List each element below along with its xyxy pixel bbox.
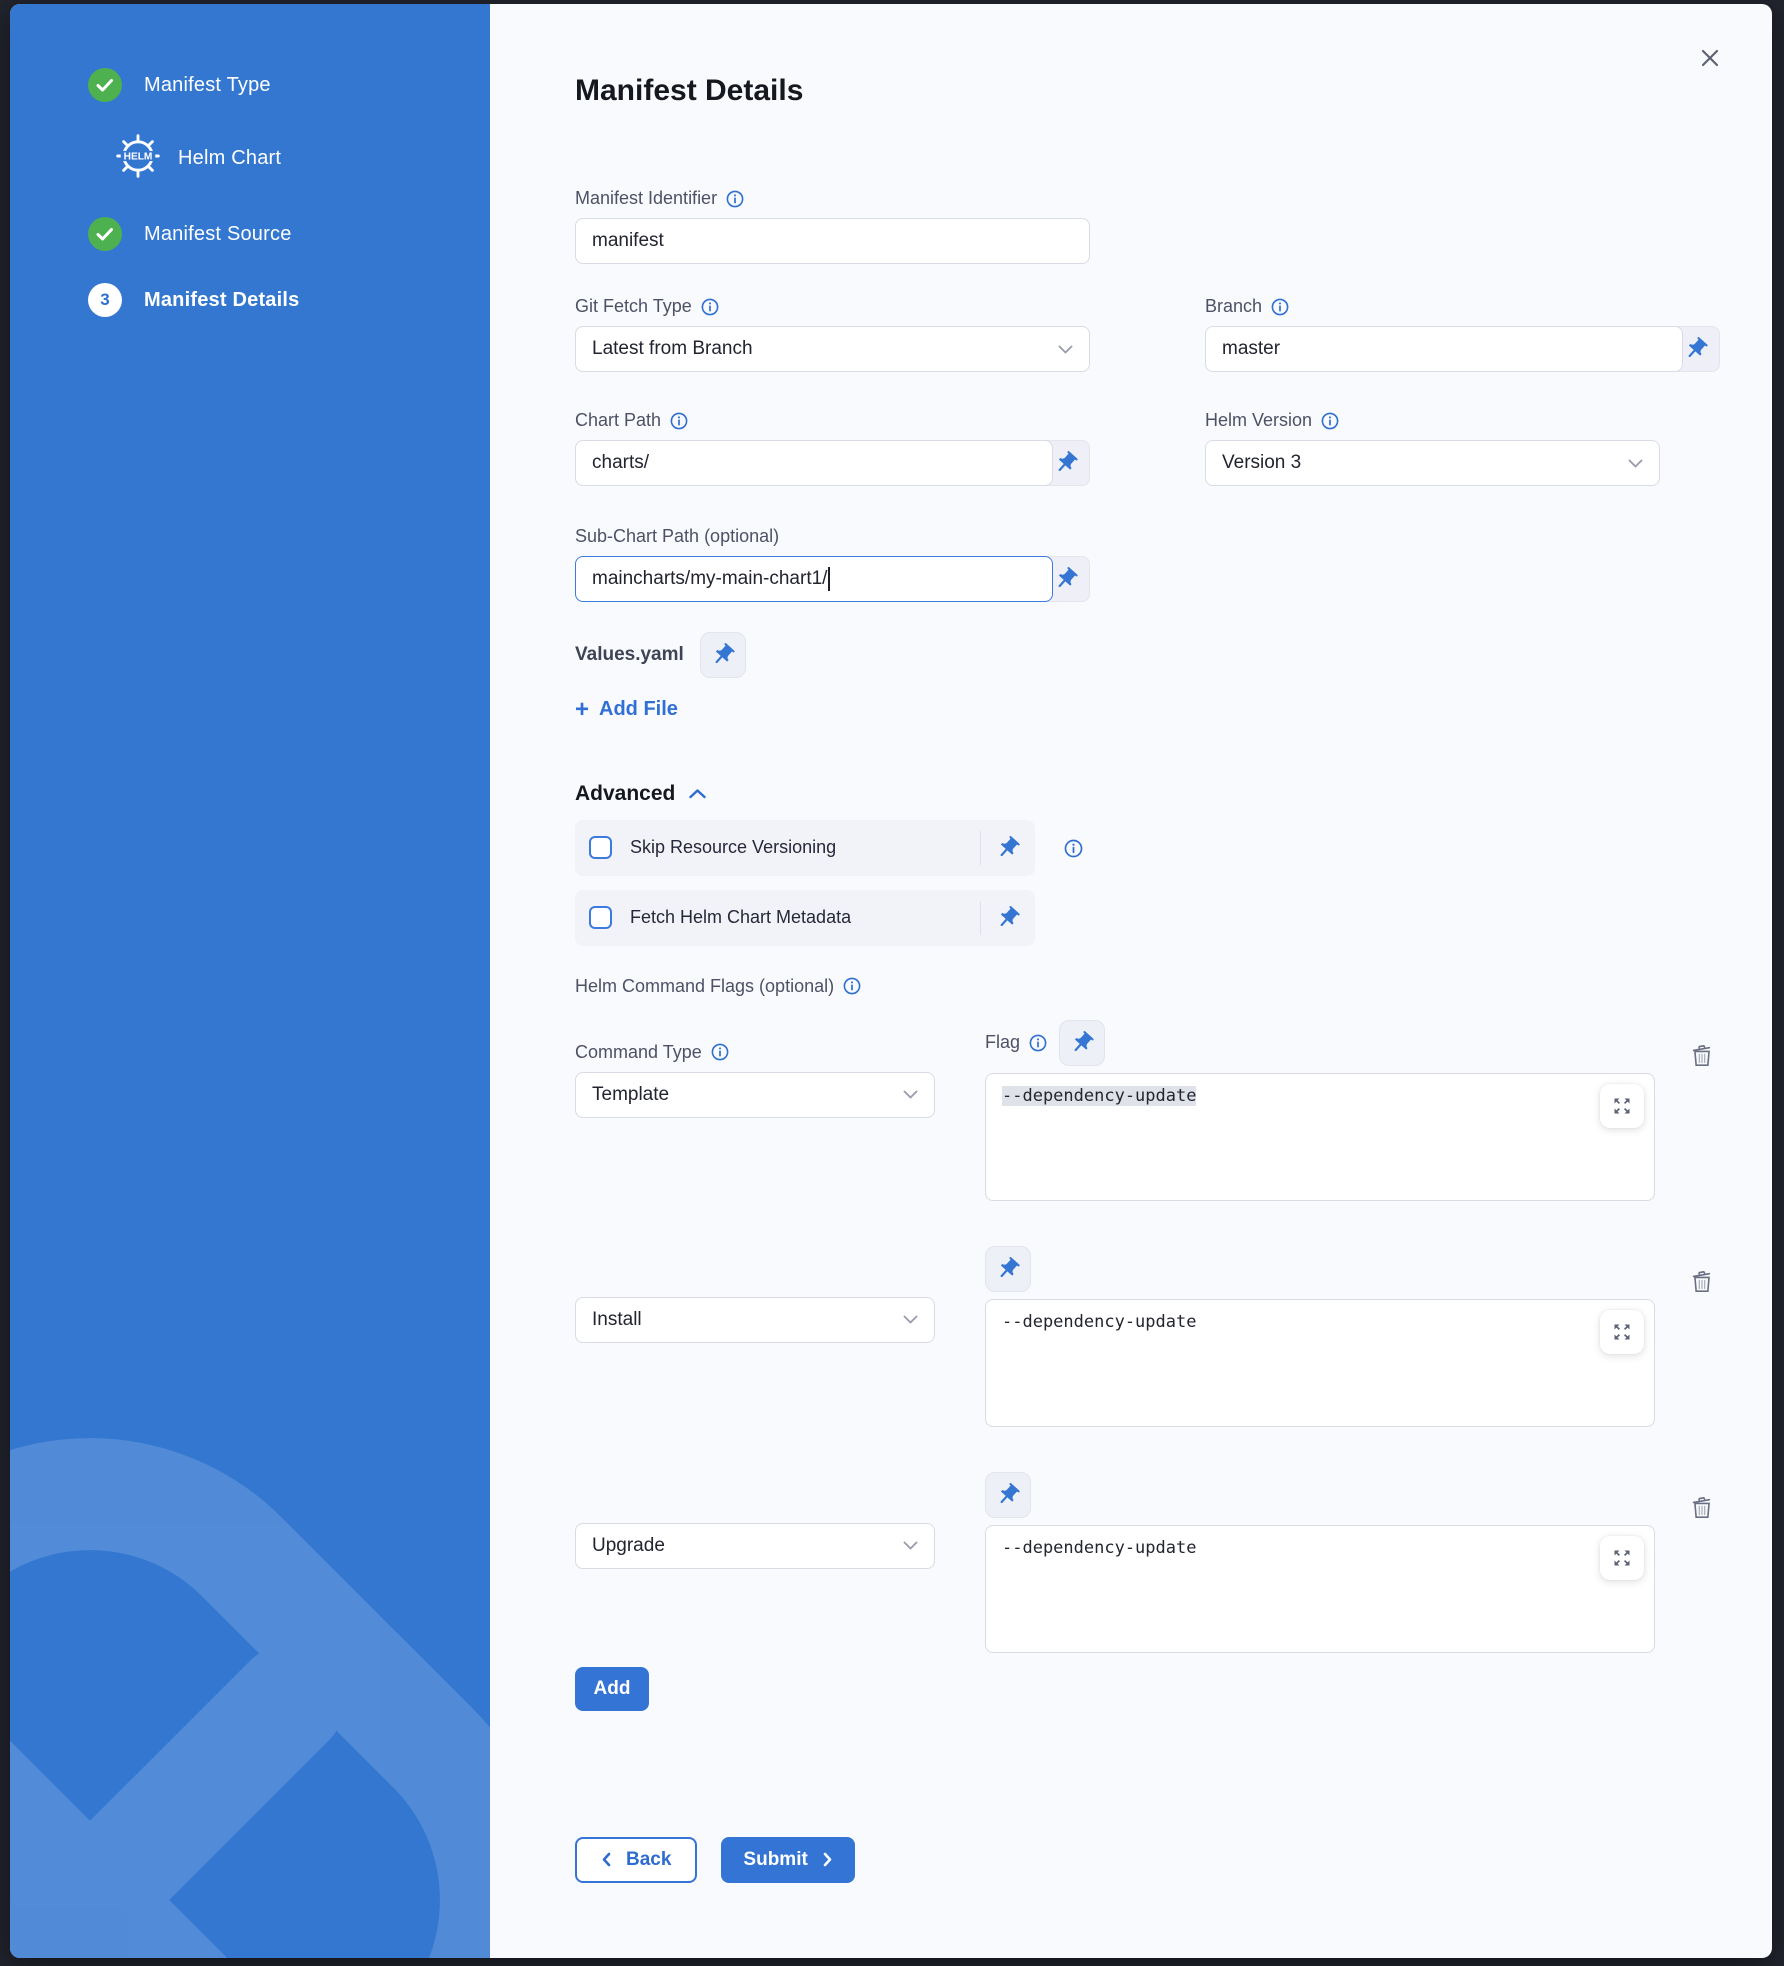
git-fetch-type-select[interactable]: Latest from Branch — [575, 326, 1090, 372]
trash-icon — [1689, 1043, 1715, 1069]
expand-icon — [1612, 1548, 1632, 1568]
command-flag-row: Command Type Template Flag — [575, 1021, 1735, 1201]
command-flag-row: Install --dependency-update — [575, 1247, 1735, 1427]
command-type-select[interactable]: Template — [575, 1072, 935, 1118]
command-type-select[interactable]: Install — [575, 1297, 935, 1343]
pin-icon[interactable] — [980, 831, 1021, 865]
add-file-button[interactable]: + Add File — [575, 698, 678, 721]
chevron-down-icon — [903, 1541, 918, 1550]
chart-path-input[interactable] — [575, 440, 1053, 486]
info-icon[interactable] — [843, 977, 861, 995]
expand-icon — [1612, 1096, 1632, 1116]
helm-icon — [116, 134, 160, 183]
delete-flag-button[interactable] — [1689, 1043, 1715, 1072]
manifest-details-panel: Manifest Details Manifest Identifier — [490, 4, 1772, 1958]
submit-button[interactable]: Submit — [721, 1837, 854, 1883]
skip-resource-versioning-checkbox[interactable] — [589, 836, 612, 859]
expand-button[interactable] — [1600, 1536, 1644, 1580]
info-icon[interactable] — [726, 190, 744, 208]
pin-icon[interactable] — [985, 1472, 1031, 1518]
skip-resource-versioning-row[interactable]: Skip Resource Versioning — [575, 820, 1035, 876]
expand-button[interactable] — [1600, 1310, 1644, 1354]
sub-chart-path-label: Sub-Chart Path (optional) — [575, 526, 1090, 547]
manifest-wizard-dialog: Manifest Type Helm Chart Manifest Source… — [10, 4, 1772, 1958]
trash-icon — [1689, 1495, 1715, 1521]
info-icon[interactable] — [1321, 412, 1339, 430]
command-type-label: Command Type — [575, 1042, 935, 1063]
check-icon — [91, 71, 119, 99]
advanced-toggle[interactable]: Advanced — [575, 782, 1735, 806]
command-flag-row: Upgrade --dependency-update — [575, 1473, 1735, 1653]
sub-chart-path-input[interactable] — [575, 556, 1053, 602]
pin-icon[interactable] — [980, 901, 1021, 935]
delete-flag-button[interactable] — [1689, 1269, 1715, 1298]
info-icon[interactable] — [701, 298, 719, 316]
chevron-up-icon — [689, 789, 706, 799]
add-flag-button[interactable]: Add — [575, 1667, 649, 1711]
substep-label: Helm Chart — [178, 147, 281, 170]
branch-input[interactable] — [1205, 326, 1683, 372]
pin-icon[interactable] — [985, 1246, 1031, 1292]
delete-flag-button[interactable] — [1689, 1495, 1715, 1524]
pin-icon[interactable] — [1059, 1020, 1105, 1066]
chevron-left-icon — [601, 1852, 612, 1867]
step-manifest-source[interactable]: Manifest Source — [88, 217, 490, 251]
flag-textarea[interactable]: --dependency-update — [985, 1525, 1655, 1653]
close-icon — [1701, 49, 1719, 67]
flag-textarea[interactable]: --dependency-update — [985, 1073, 1655, 1201]
step-manifest-details[interactable]: 3 Manifest Details — [88, 283, 490, 317]
chevron-down-icon — [1058, 345, 1073, 354]
git-fetch-type-label: Git Fetch Type — [575, 296, 1090, 317]
step-manifest-type[interactable]: Manifest Type — [88, 68, 490, 102]
chevron-down-icon — [903, 1090, 918, 1099]
flag-textarea[interactable]: --dependency-update — [985, 1299, 1655, 1427]
expand-icon — [1612, 1322, 1632, 1342]
manifest-identifier-label: Manifest Identifier — [575, 188, 1090, 209]
helm-command-flags-label: Helm Command Flags (optional) — [575, 976, 1735, 997]
fetch-helm-chart-metadata-checkbox[interactable] — [589, 906, 612, 929]
info-icon[interactable] — [1029, 1034, 1047, 1052]
branch-label: Branch — [1205, 296, 1720, 317]
flag-label: Flag — [985, 1032, 1047, 1053]
fetch-helm-chart-metadata-row[interactable]: Fetch Helm Chart Metadata — [575, 890, 1035, 946]
text-caret — [828, 567, 830, 591]
step-complete-icon — [88, 68, 122, 102]
chart-path-label: Chart Path — [575, 410, 1090, 431]
brand-watermark-logo — [10, 1300, 490, 1958]
chevron-down-icon — [903, 1315, 918, 1324]
helm-version-select[interactable]: Version 3 — [1205, 440, 1660, 486]
chevron-down-icon — [1628, 459, 1643, 468]
info-icon[interactable] — [670, 412, 688, 430]
step-complete-icon — [88, 217, 122, 251]
step-helm-chart[interactable]: Helm Chart — [116, 134, 490, 183]
pin-icon[interactable] — [700, 632, 746, 678]
page-title: Manifest Details — [575, 74, 1772, 108]
manifest-identifier-input[interactable] — [575, 218, 1090, 264]
info-icon[interactable] — [1271, 298, 1289, 316]
info-icon[interactable] — [711, 1043, 729, 1061]
step-label: Manifest Type — [144, 74, 271, 97]
trash-icon — [1689, 1269, 1715, 1295]
chevron-right-icon — [822, 1852, 833, 1867]
values-yaml-label: Values.yaml — [575, 644, 684, 666]
back-button[interactable]: Back — [575, 1837, 697, 1883]
wizard-sidebar: Manifest Type Helm Chart Manifest Source… — [10, 4, 490, 1958]
step-label: Manifest Source — [144, 223, 292, 246]
step-label: Manifest Details — [144, 289, 299, 312]
command-type-select[interactable]: Upgrade — [575, 1523, 935, 1569]
plus-icon: + — [575, 700, 589, 720]
check-icon — [91, 220, 119, 248]
expand-button[interactable] — [1600, 1084, 1644, 1128]
close-button[interactable] — [1692, 40, 1728, 76]
step-number-badge: 3 — [88, 283, 122, 317]
helm-version-label: Helm Version — [1205, 410, 1720, 431]
info-icon[interactable] — [1064, 839, 1083, 858]
